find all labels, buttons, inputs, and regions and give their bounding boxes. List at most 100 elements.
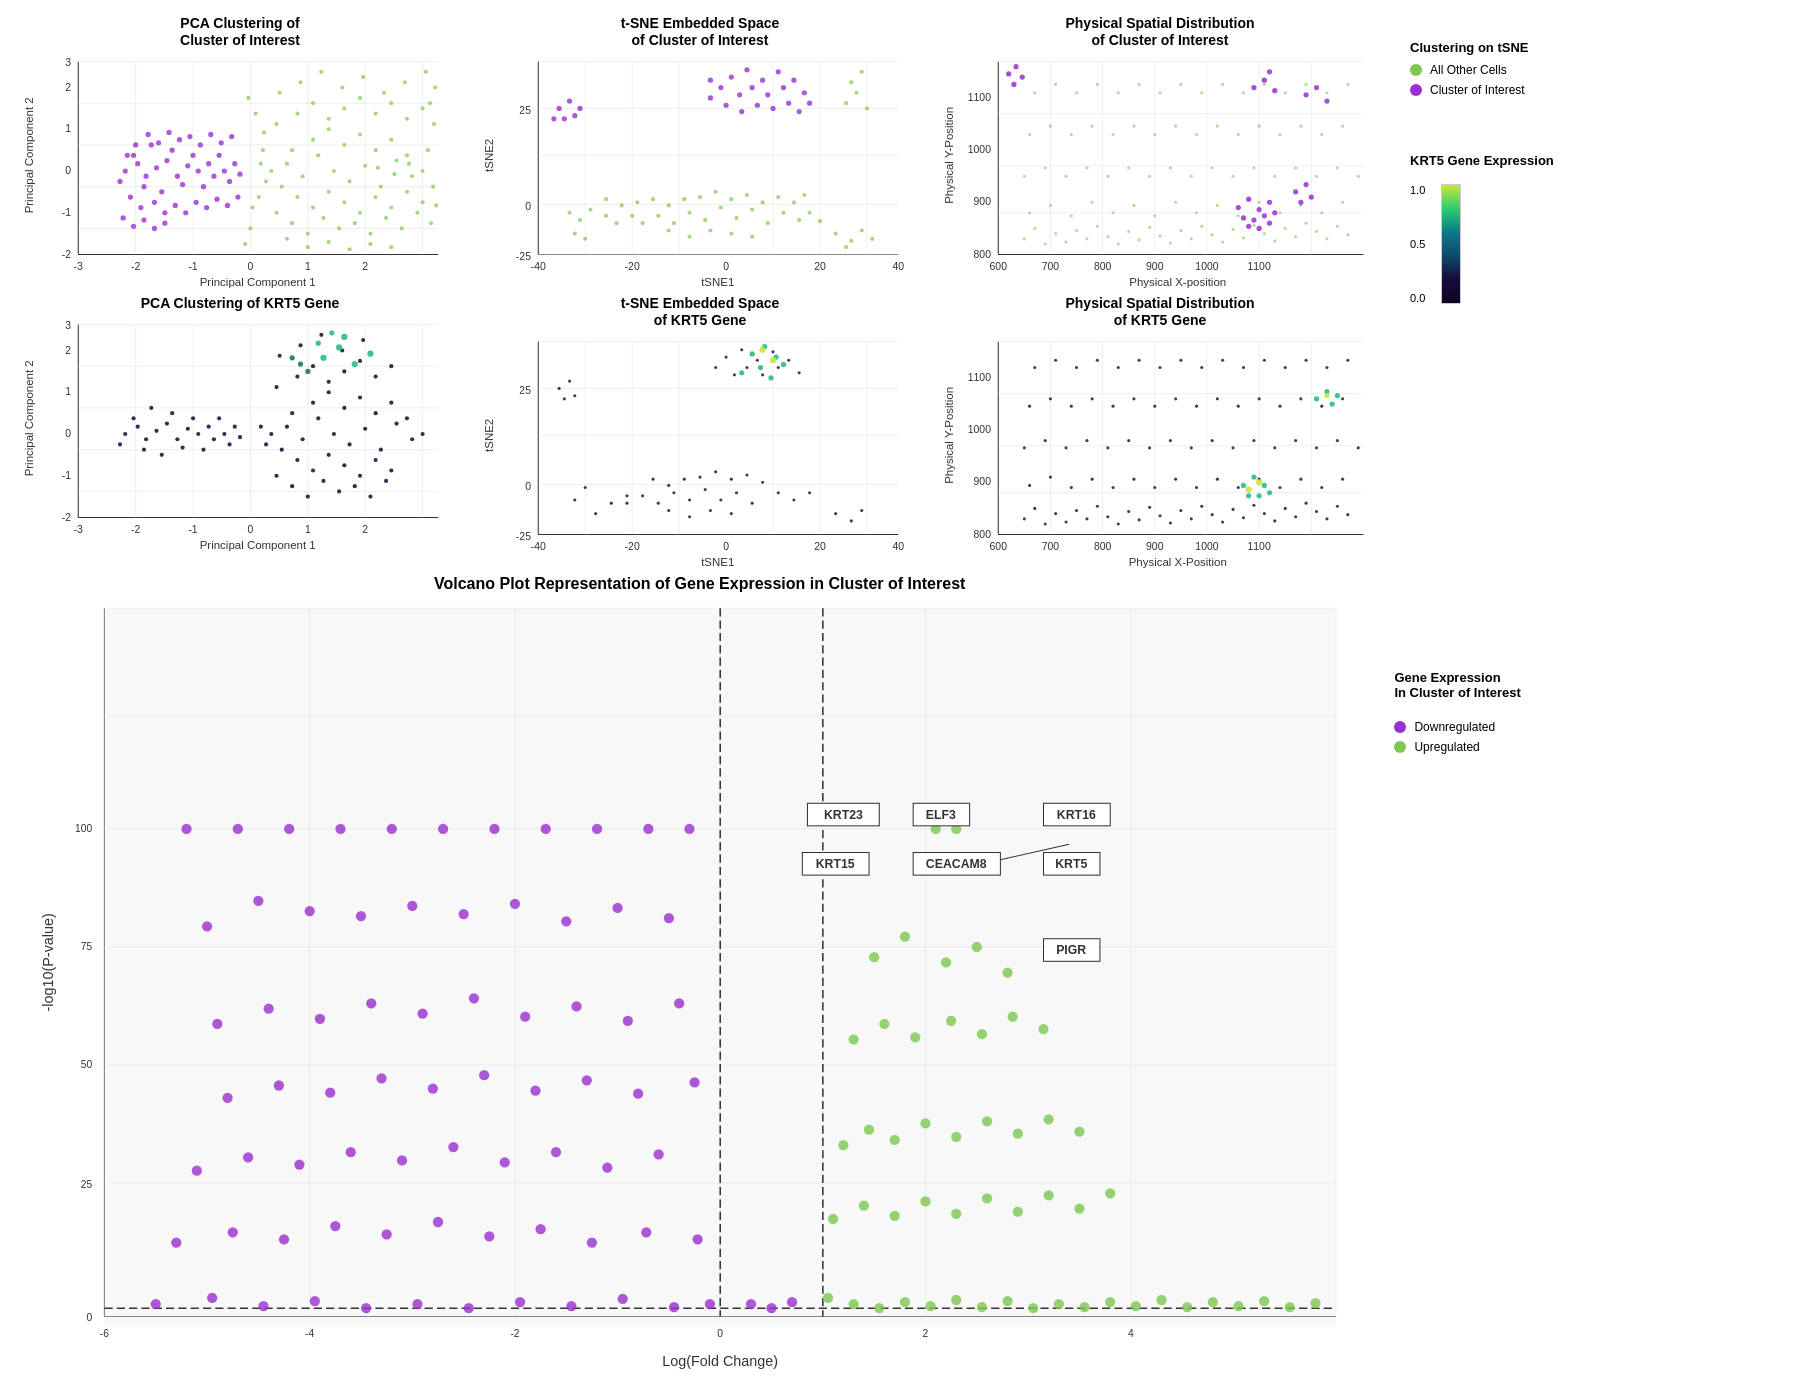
svg-point-437 [316,416,320,420]
svg-point-809 [448,1142,458,1152]
svg-point-439 [347,442,351,446]
svg-point-448 [358,395,362,399]
svg-point-248 [739,109,744,114]
svg-point-33 [363,163,367,167]
svg-point-219 [844,101,848,105]
svg-point-105 [434,203,438,207]
svg-point-580 [573,394,576,397]
svg-text:Principal Component 1: Principal Component 1 [200,275,316,287]
svg-point-498 [201,447,205,451]
svg-point-253 [807,100,812,105]
svg-point-671 [1085,439,1088,442]
svg-point-387 [1272,88,1277,93]
svg-point-859 [982,1116,992,1126]
svg-point-673 [1127,439,1130,442]
svg-point-397 [1251,217,1256,222]
svg-point-819 [433,1217,443,1227]
svg-point-881 [1028,1303,1038,1313]
pca-krt5-plot: PCA Clustering of KRT5 Gene [10,290,470,570]
svg-point-573 [777,366,780,369]
svg-point-292 [1106,235,1109,238]
svg-text:-3: -3 [74,261,83,272]
svg-point-58 [306,231,310,235]
svg-point-770 [541,824,551,834]
svg-point-470 [295,374,299,378]
svg-point-590 [758,365,763,370]
svg-point-87 [347,247,351,251]
svg-point-447 [342,406,346,410]
svg-point-222 [849,80,853,84]
svg-point-242 [718,85,723,90]
svg-point-848 [879,1019,889,1029]
svg-point-208 [745,193,749,197]
svg-text:100: 100 [75,823,92,834]
svg-point-869 [1013,1207,1023,1217]
svg-text:ELF3: ELF3 [926,808,956,822]
svg-point-455 [311,468,315,472]
svg-point-446 [327,390,331,394]
svg-point-686 [1049,397,1052,400]
svg-point-124 [196,168,201,173]
svg-point-705 [1117,366,1120,369]
svg-point-540 [672,491,675,494]
svg-point-698 [1299,397,1302,400]
svg-point-259 [577,105,582,110]
svg-point-306 [1252,223,1255,226]
svg-text:1100: 1100 [968,92,991,103]
svg-point-141 [204,205,209,210]
svg-text:-1: -1 [62,206,71,217]
svg-point-503 [227,442,231,446]
svg-point-59 [321,215,325,219]
svg-point-657 [1132,477,1135,480]
svg-point-623 [1054,512,1057,515]
svg-point-487 [154,429,158,433]
svg-point-484 [118,442,122,446]
svg-point-209 [761,200,765,204]
svg-point-389 [1303,92,1308,97]
svg-point-883 [1079,1302,1089,1312]
svg-point-842 [869,952,879,962]
svg-point-375 [1242,91,1245,94]
svg-point-156 [121,215,126,220]
svg-point-145 [125,152,130,157]
svg-point-829 [361,1303,371,1313]
svg-point-435 [285,424,289,428]
pca-cluster-plot: PCA Clustering ofCluster of Interest [10,10,470,290]
svg-point-838 [766,1303,776,1313]
svg-point-477 [278,353,282,357]
svg-point-331 [1341,200,1344,203]
svg-point-147 [146,131,151,136]
svg-point-876 [900,1297,910,1307]
svg-point-71 [358,95,362,99]
svg-point-203 [818,219,822,223]
svg-point-689 [1111,404,1114,407]
svg-point-315 [1346,233,1349,236]
svg-point-578 [568,379,571,382]
svg-point-516 [298,361,303,366]
svg-point-441 [379,447,383,451]
svg-text:-3: -3 [74,524,83,535]
svg-point-38 [311,137,315,141]
svg-point-30 [316,153,320,157]
spatial-cluster-svg: 600 700 800 900 1000 1100 800 900 1000 1… [935,51,1385,291]
tsne-cluster-svg: -40 -20 0 20 40 -25 0 25 tSNE1 tSNE2 [475,51,925,291]
svg-point-327 [1258,200,1261,203]
svg-point-57 [290,221,294,225]
svg-point-813 [654,1149,664,1159]
svg-point-85 [306,245,310,249]
svg-text:1100: 1100 [968,372,991,383]
svg-point-112 [117,178,122,183]
svg-point-442 [394,421,398,425]
svg-text:KRT15: KRT15 [816,857,855,871]
svg-point-328 [1278,211,1281,214]
svg-point-725 [1330,401,1335,406]
svg-text:0: 0 [65,428,71,439]
svg-point-39 [327,127,331,131]
svg-point-559 [714,470,717,473]
svg-point-390 [1314,85,1319,90]
svg-text:0: 0 [723,261,729,272]
svg-point-682 [1315,446,1318,449]
svg-text:2: 2 [65,81,71,92]
svg-point-44 [405,153,409,157]
svg-point-659 [1174,477,1177,480]
